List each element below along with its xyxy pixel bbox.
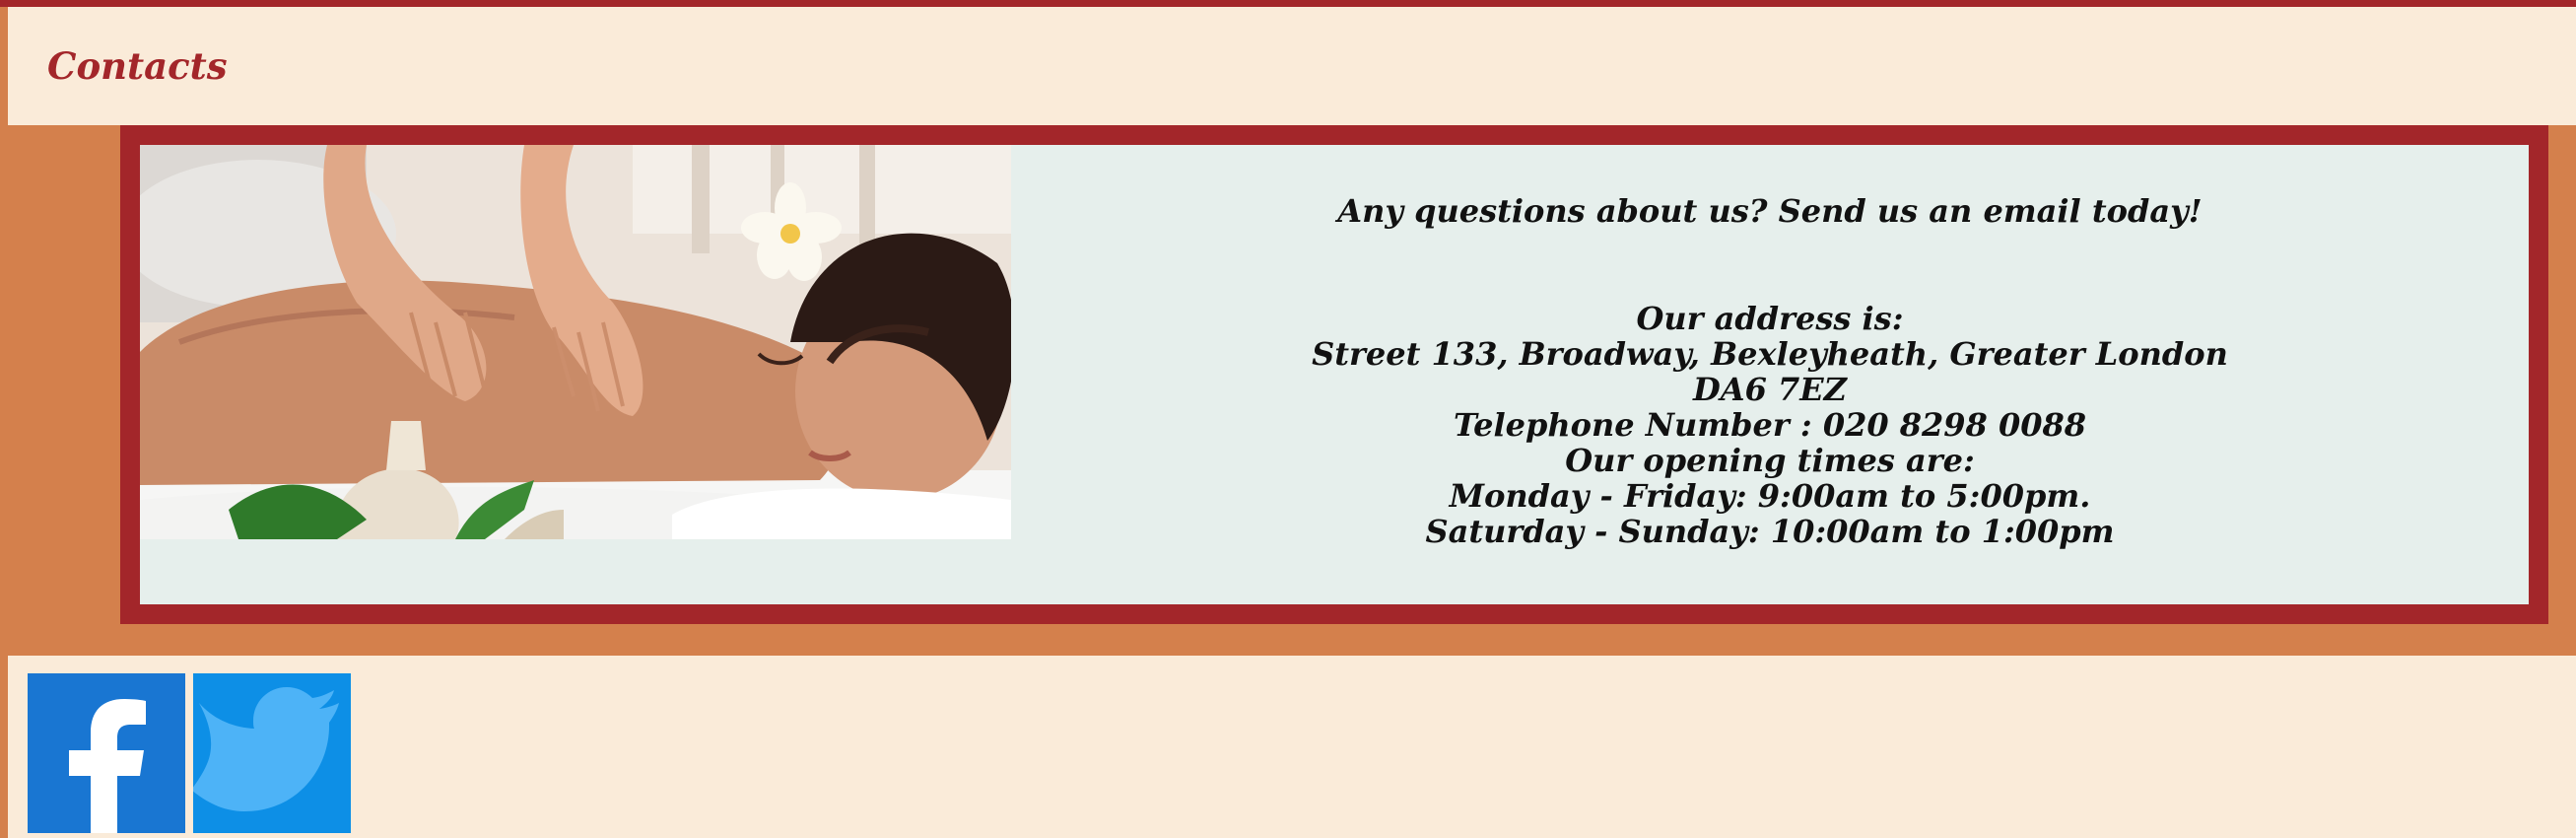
email-prompt: Any questions about us? Send us an email… [1337,192,2203,230]
weekend-hours: Saturday - Sunday: 10:00am to 1:00pm [1425,513,2115,550]
opening-times-heading: Our opening times are: [1565,442,1975,479]
massage-photo [140,145,1011,539]
contact-panel: Any questions about us? Send us an email… [140,145,2529,604]
twitter-icon [193,687,339,811]
address-line-1: Street 133, Broadway, Bexleyheath, Great… [1312,335,2228,373]
address-heading: Our address is: [1636,300,1904,337]
address-postcode: DA6 7EZ [1693,371,1847,408]
twitter-link[interactable] [193,673,351,833]
contact-details: Our address is: Street 133, Broadway, Be… [1011,301,2529,549]
telephone-number: Telephone Number : 020 8298 0088 [1453,406,2087,444]
page-header: Contacts [8,7,2576,125]
facebook-link[interactable] [28,673,185,833]
page-title: Contacts [47,44,228,88]
massage-illustration [140,145,1011,539]
top-border [0,0,2576,7]
contact-section: Any questions about us? Send us an email… [120,125,2548,624]
facebook-icon [69,699,146,833]
page-footer [8,656,2576,838]
weekday-hours: Monday - Friday: 9:00am to 5:00pm. [1449,477,2091,515]
